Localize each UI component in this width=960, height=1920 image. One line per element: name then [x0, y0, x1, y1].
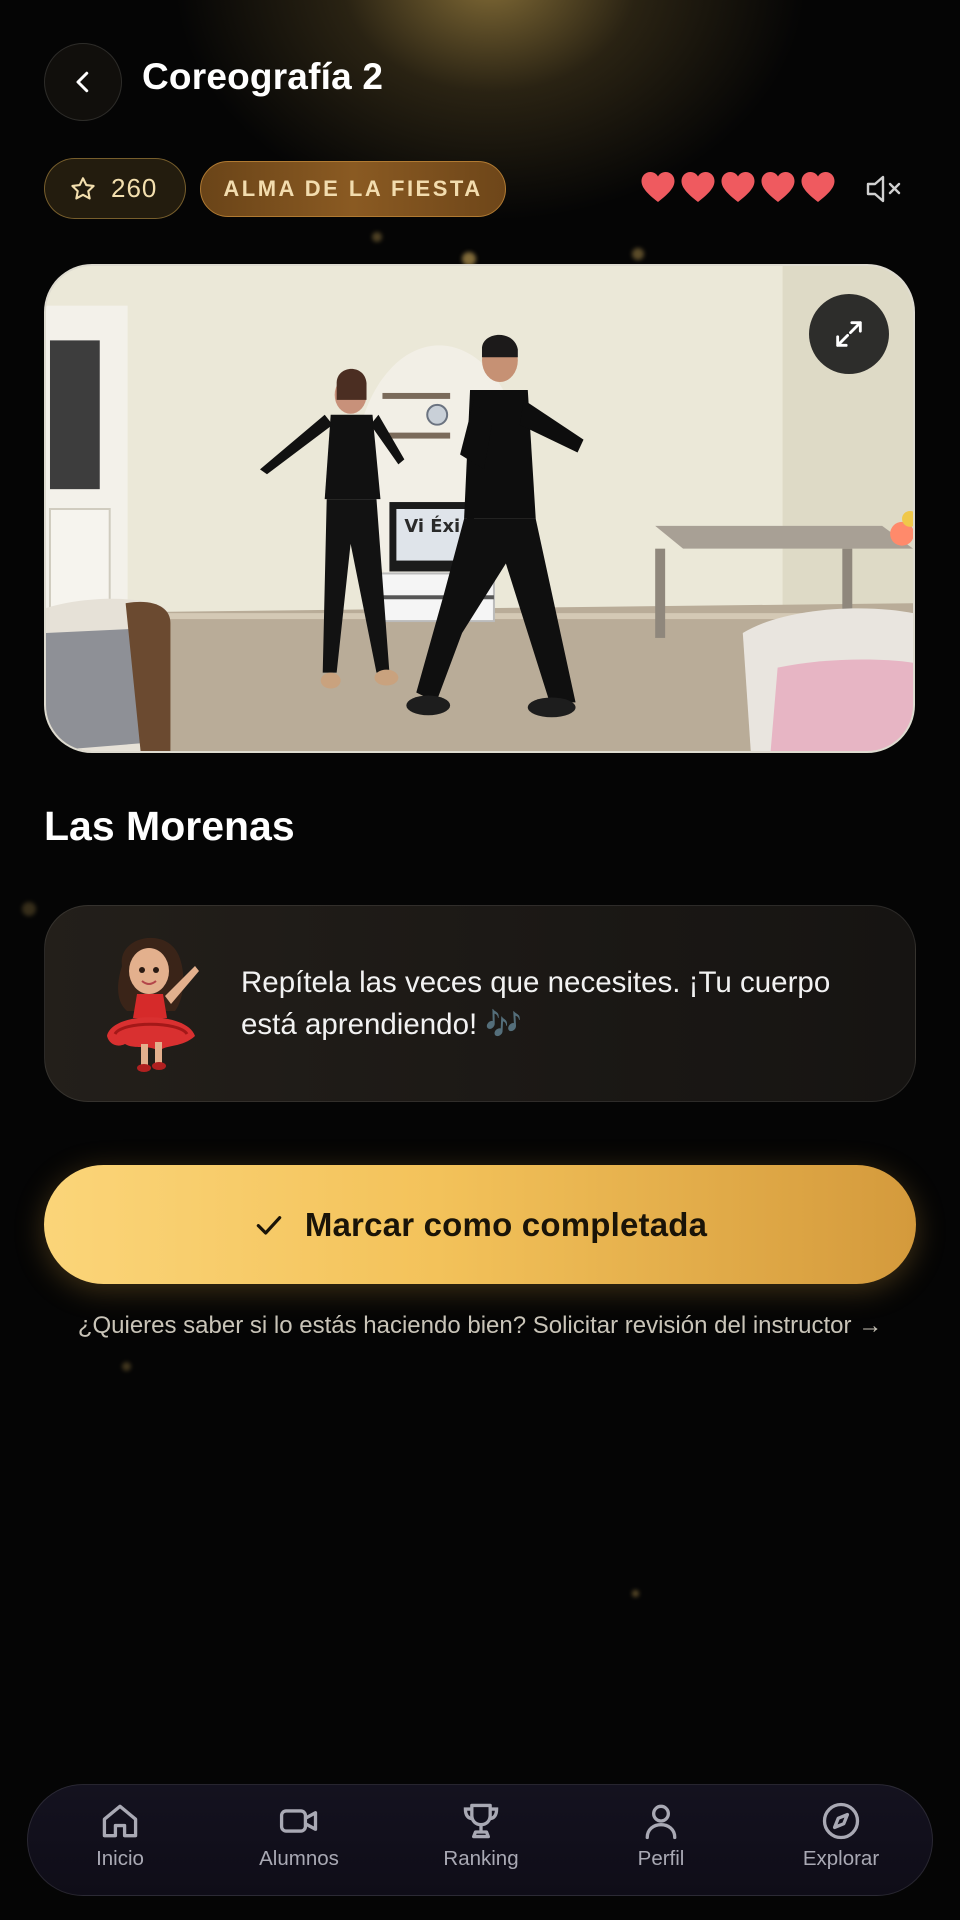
- chevron-left-icon: [76, 71, 89, 93]
- lesson-screen: Coreografía 2 260 ALMA DE LA FIESTA Vi É…: [0, 0, 960, 1920]
- nav-item-alumnos[interactable]: Alumnos: [234, 1799, 364, 1885]
- compass-icon: [822, 1802, 860, 1840]
- song-title: Las Morenas: [44, 803, 295, 849]
- nav-item-inicio[interactable]: Inicio: [55, 1799, 185, 1885]
- page-title: Coreografía 2: [142, 56, 384, 97]
- heart-icon: [721, 172, 755, 202]
- lives-hearts: [640, 170, 836, 204]
- home-icon: [102, 1804, 138, 1838]
- heart-icon: [801, 172, 835, 202]
- ambient-sparkle: [632, 248, 644, 260]
- tip-message: Repítela las veces que necesites. ¡Tu cu…: [241, 966, 831, 1041]
- trophy-icon: [463, 1803, 499, 1839]
- ambient-sparkle: [632, 1590, 639, 1597]
- back-button[interactable]: [44, 43, 122, 121]
- request-review-link[interactable]: ¿Quieres saber si lo estás haciendo bien…: [0, 1312, 960, 1340]
- bottom-navigation: Inicio Alumnos Ranking Perfil Explorar: [27, 1784, 933, 1896]
- user-icon: [645, 1804, 677, 1840]
- nav-label: Inicio: [96, 1847, 144, 1870]
- video-overlay-text: Vi Éxi: [404, 515, 460, 537]
- heart-icon: [761, 172, 795, 202]
- heart-icon: [681, 172, 715, 202]
- heart-icon: [641, 172, 675, 202]
- nav-label: Explorar: [802, 1847, 880, 1870]
- dancer-avatar-icon: [107, 937, 199, 1072]
- nav-item-perfil[interactable]: Perfil: [596, 1799, 726, 1885]
- check-icon: [256, 1215, 282, 1235]
- video-camera-icon: [279, 1809, 318, 1833]
- ambient-sparkle: [22, 902, 36, 916]
- mark-complete-button[interactable]: Marcar como completada: [44, 1165, 916, 1284]
- speaker-muted-icon[interactable]: [864, 172, 904, 206]
- points-chip: 260: [44, 158, 186, 219]
- video-frame: Vi Éxi: [46, 266, 913, 751]
- nav-item-explorar[interactable]: Explorar: [776, 1799, 906, 1885]
- nav-label: Perfil: [637, 1847, 685, 1870]
- expand-icon: [836, 321, 862, 347]
- nav-item-ranking[interactable]: Ranking: [416, 1799, 546, 1885]
- video-player[interactable]: Vi Éxi: [44, 264, 915, 753]
- points-value: 260: [111, 173, 158, 203]
- rank-badge: ALMA DE LA FIESTA: [200, 161, 506, 217]
- star-icon: [71, 176, 95, 199]
- ambient-sparkle: [372, 232, 382, 242]
- fullscreen-button[interactable]: [809, 294, 889, 374]
- mark-complete-label: Marcar como completada: [304, 1205, 708, 1243]
- ambient-sparkle: [122, 1362, 131, 1371]
- tip-card: Repítela las veces que necesites. ¡Tu cu…: [44, 905, 916, 1102]
- nav-label: Alumnos: [259, 1847, 339, 1870]
- nav-label: Ranking: [443, 1847, 519, 1870]
